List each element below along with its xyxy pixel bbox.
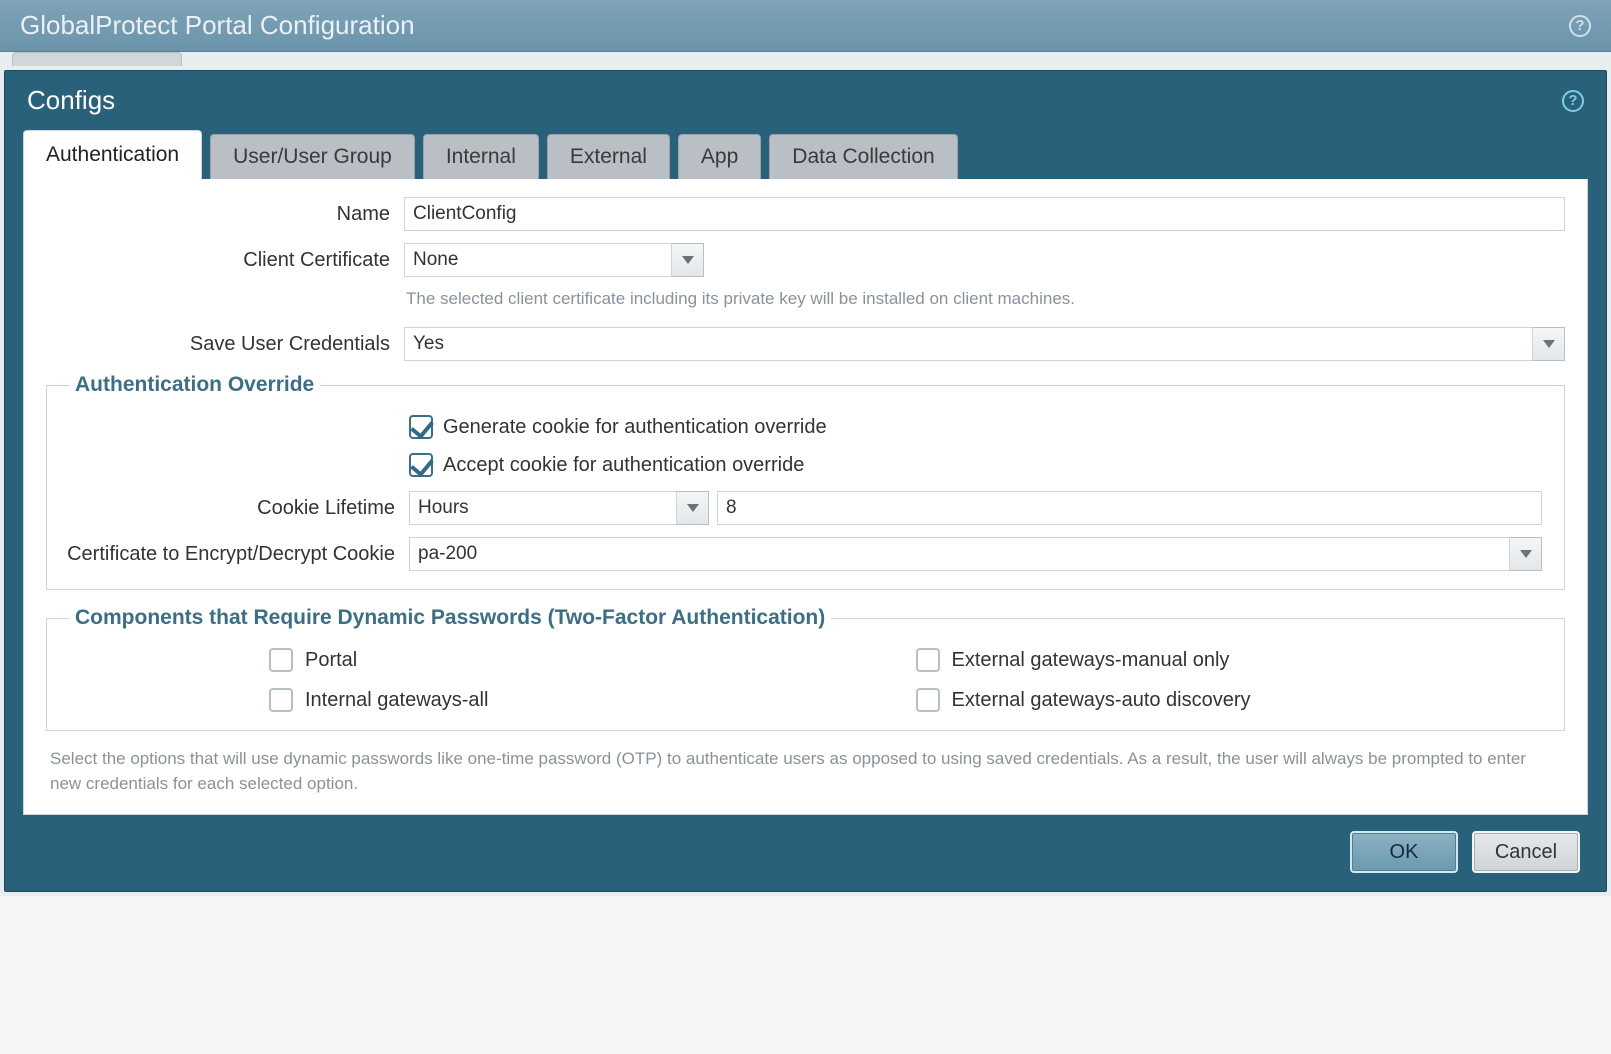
checkbox-accept-cookie[interactable] xyxy=(409,453,433,477)
row-internal-all: Internal gateways-all xyxy=(269,688,856,712)
client-certificate-select[interactable]: None xyxy=(404,243,704,277)
row-generate-cookie: Generate cookie for authentication overr… xyxy=(409,415,1542,439)
row-cookie-lifetime: Cookie Lifetime Hours xyxy=(51,491,1542,525)
outer-dialog-title: GlobalProtect Portal Configuration xyxy=(20,10,415,41)
dropdown-arrow-icon[interactable] xyxy=(1510,537,1542,571)
dynamic-passwords-options: Portal External gateways-manual only Int… xyxy=(269,648,1502,712)
tab-user-user-group[interactable]: User/User Group xyxy=(210,134,415,179)
tab-content-authentication: Name Client Certificate None The selecte… xyxy=(23,179,1588,815)
save-user-credentials-select[interactable]: Yes xyxy=(404,327,1565,361)
row-portal: Portal xyxy=(269,648,856,672)
cookie-lifetime-unit-value: Hours xyxy=(409,491,677,525)
checkbox-portal[interactable] xyxy=(269,648,293,672)
label-portal: Portal xyxy=(305,649,357,672)
dropdown-arrow-icon[interactable] xyxy=(1533,327,1565,361)
dropdown-arrow-icon[interactable] xyxy=(672,243,704,277)
checkbox-external-auto[interactable] xyxy=(916,688,940,712)
checkbox-generate-cookie[interactable] xyxy=(409,415,433,439)
inner-dialog-title: Configs xyxy=(27,85,115,116)
label-external-auto: External gateways-auto discovery xyxy=(952,689,1251,712)
tab-authentication[interactable]: Authentication xyxy=(23,130,202,179)
name-input[interactable] xyxy=(404,197,1565,231)
cert-cookie-select[interactable]: pa-200 xyxy=(409,537,1542,571)
inner-dialog-header: Configs ? xyxy=(5,71,1606,130)
checkbox-internal-all[interactable] xyxy=(269,688,293,712)
group-authentication-override: Authentication Override Generate cookie … xyxy=(46,373,1565,590)
label-accept-cookie: Accept cookie for authentication overrid… xyxy=(443,454,804,477)
save-user-credentials-value: Yes xyxy=(404,327,1533,361)
client-certificate-hint: The selected client certificate includin… xyxy=(406,289,1565,309)
outer-dialog-body: Configs ? Authentication User/User Group… xyxy=(0,52,1611,896)
tab-internal[interactable]: Internal xyxy=(423,134,539,179)
dropdown-arrow-icon[interactable] xyxy=(677,491,709,525)
cancel-button[interactable]: Cancel xyxy=(1472,831,1580,873)
row-external-auto: External gateways-auto discovery xyxy=(916,688,1503,712)
tab-external[interactable]: External xyxy=(547,134,670,179)
tab-data-collection[interactable]: Data Collection xyxy=(769,134,957,179)
group-dynamic-passwords: Components that Require Dynamic Password… xyxy=(46,606,1565,731)
row-client-certificate: Client Certificate None xyxy=(46,243,1565,277)
cert-cookie-value: pa-200 xyxy=(409,537,1510,571)
checkbox-external-manual[interactable] xyxy=(916,648,940,672)
label-internal-all: Internal gateways-all xyxy=(305,689,488,712)
background-tab-strip xyxy=(4,52,1607,70)
label-cookie-lifetime: Cookie Lifetime xyxy=(51,497,401,520)
button-bar: OK Cancel xyxy=(5,815,1606,879)
label-name: Name xyxy=(46,203,396,226)
tab-strip: Authentication User/User Group Internal … xyxy=(5,130,1606,179)
tab-app[interactable]: App xyxy=(678,134,761,179)
row-cert-cookie: Certificate to Encrypt/Decrypt Cookie pa… xyxy=(51,537,1542,571)
label-generate-cookie: Generate cookie for authentication overr… xyxy=(443,416,827,439)
row-save-user-credentials: Save User Credentials Yes xyxy=(46,327,1565,361)
cookie-lifetime-value-input[interactable] xyxy=(717,491,1542,525)
cookie-lifetime-unit-select[interactable]: Hours xyxy=(409,491,709,525)
inner-dialog: Configs ? Authentication User/User Group… xyxy=(4,70,1607,892)
label-save-user-credentials: Save User Credentials xyxy=(46,333,396,356)
legend-authentication-override: Authentication Override xyxy=(69,373,320,397)
label-external-manual: External gateways-manual only xyxy=(952,649,1230,672)
ok-button[interactable]: OK xyxy=(1350,831,1458,873)
legend-dynamic-passwords: Components that Require Dynamic Password… xyxy=(69,606,831,630)
row-external-manual: External gateways-manual only xyxy=(916,648,1503,672)
row-name: Name xyxy=(46,197,1565,231)
help-icon[interactable]: ? xyxy=(1562,90,1584,112)
client-certificate-value: None xyxy=(404,243,672,277)
row-accept-cookie: Accept cookie for authentication overrid… xyxy=(409,453,1542,477)
dynamic-passwords-hint: Select the options that will use dynamic… xyxy=(50,747,1561,796)
label-cert-cookie: Certificate to Encrypt/Decrypt Cookie xyxy=(51,543,401,566)
label-client-certificate: Client Certificate xyxy=(46,249,396,272)
outer-dialog-header: GlobalProtect Portal Configuration ? xyxy=(0,0,1611,52)
background-tab xyxy=(12,52,182,66)
help-icon[interactable]: ? xyxy=(1569,15,1591,37)
